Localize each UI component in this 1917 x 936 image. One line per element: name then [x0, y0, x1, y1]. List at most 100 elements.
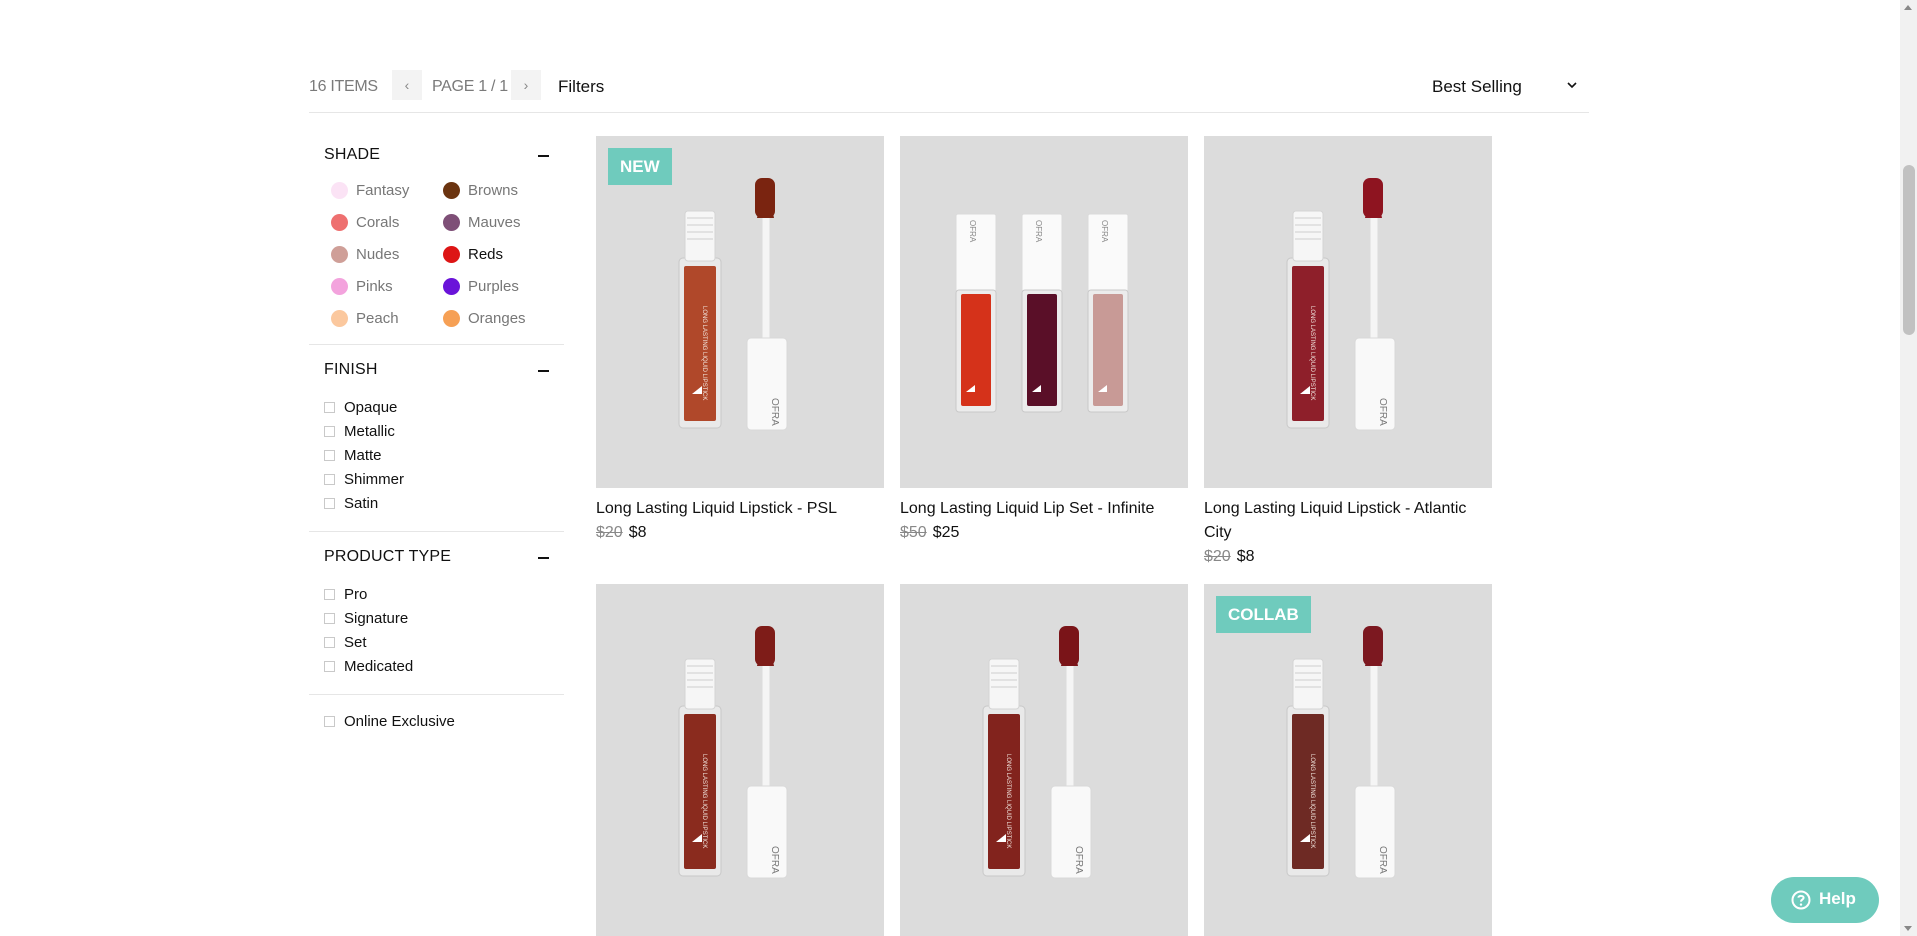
product-image[interactable]: LONG LASTING LIQUID LIPSTICK OFRA: [1204, 136, 1492, 488]
product-image[interactable]: LONG LASTING LIQUID LIPSTICK OFRA NEW: [596, 136, 884, 488]
product-card[interactable]: LONG LASTING LIQUID LIPSTICK OFRA: [900, 584, 1188, 936]
shade-facet: SHADE Fantasy Browns Corals Mauves Nudes Reds…: [309, 130, 564, 345]
shade-option-oranges[interactable]: Oranges: [443, 308, 555, 328]
product-type-facet: PRODUCT TYPE Pro Signature Set Medicated: [309, 532, 564, 695]
applicator-cap: [746, 785, 788, 879]
finish-options: Opaque Metallic Matte Shimmer Satin: [309, 395, 564, 531]
product-illustration: LONG LASTING LIQUID LIPSTICKOFRA: [1286, 178, 1396, 431]
tube-fill: [988, 714, 1020, 869]
scroll-down-arrow-icon[interactable]: [1904, 926, 1912, 931]
help-button[interactable]: Help: [1771, 877, 1879, 923]
facet-title: FINISH: [324, 361, 378, 378]
cap-brand-text: OFRA: [968, 220, 977, 243]
shade-option-reds[interactable]: Reds: [443, 244, 555, 264]
shade-option-mauves[interactable]: Mauves: [443, 212, 555, 232]
online-exclusive-checkbox[interactable]: Online Exclusive: [324, 709, 564, 733]
shade-swatch[interactable]: [443, 213, 460, 231]
chevron-down-icon: [1567, 82, 1577, 89]
product-title[interactable]: Long Lasting Liquid Lipstick - PSL: [596, 497, 884, 521]
product-badge: COLLAB: [1216, 596, 1311, 633]
shade-swatch[interactable]: [331, 277, 348, 295]
product-title[interactable]: Long Lasting Liquid Lipstick - Atlantic …: [1204, 497, 1492, 545]
checkbox-box[interactable]: [324, 612, 335, 624]
product-image[interactable]: OFRA OFRA OFRA: [900, 136, 1188, 488]
shade-swatch[interactable]: [331, 309, 348, 327]
checkbox-box[interactable]: [324, 715, 335, 727]
finish-checkbox-shimmer[interactable]: Shimmer: [324, 467, 564, 491]
original-price: $50: [900, 524, 927, 541]
applicator-cap: [1050, 785, 1092, 879]
next-page-button[interactable]: ›: [511, 70, 541, 100]
checkbox-box[interactable]: [324, 660, 335, 672]
type-checkbox-pro[interactable]: Pro: [324, 582, 564, 606]
shade-option-peach[interactable]: Peach: [331, 308, 443, 328]
shade-option-purples[interactable]: Purples: [443, 276, 555, 296]
filters-button[interactable]: Filters: [558, 77, 604, 97]
shade-options: Fantasy Browns Corals Mauves Nudes Reds Pinks P…: [309, 180, 564, 344]
shade-option-fantasy[interactable]: Fantasy: [331, 180, 443, 200]
type-checkbox-medicated[interactable]: Medicated: [324, 654, 564, 678]
product-illustration: LONG LASTING LIQUID LIPSTICKOFRA: [678, 178, 788, 431]
shade-swatch[interactable]: [443, 245, 460, 263]
product-card[interactable]: LONG LASTING LIQUID LIPSTICK OFRA: [596, 584, 884, 936]
checkbox-box[interactable]: [324, 497, 335, 509]
checkbox-box[interactable]: [324, 401, 335, 413]
sort-select[interactable]: Best Selling: [1424, 70, 1584, 100]
finish-checkbox-opaque[interactable]: Opaque: [324, 395, 564, 419]
product-card[interactable]: OFRA OFRA OFRA Long Lasting Liquid Lip Set …: [900, 136, 1188, 544]
scroll-up-arrow-icon[interactable]: [1904, 5, 1912, 10]
shade-option-nudes[interactable]: Nudes: [331, 244, 443, 264]
finish-facet-header[interactable]: FINISH: [309, 345, 564, 395]
minus-icon[interactable]: [538, 557, 549, 559]
applicator-stem: [1065, 663, 1075, 790]
checkbox-box[interactable]: [324, 449, 335, 461]
type-checkbox-signature[interactable]: Signature: [324, 606, 564, 630]
checkbox-box[interactable]: [324, 588, 335, 600]
cap-brand-text: OFRA: [1377, 846, 1388, 874]
shade-option-pinks[interactable]: Pinks: [331, 276, 443, 296]
product-card[interactable]: LONG LASTING LIQUID LIPSTICK OFRA NEW Long …: [596, 136, 884, 544]
checkbox-label: Matte: [344, 446, 382, 464]
cap-brand-text: OFRA: [1100, 220, 1109, 243]
applicator-tip: [755, 626, 775, 666]
product-image[interactable]: LONG LASTING LIQUID LIPSTICK OFRA: [596, 584, 884, 936]
shade-label: Corals: [356, 213, 400, 231]
minus-icon[interactable]: [538, 370, 549, 372]
finish-checkbox-metallic[interactable]: Metallic: [324, 419, 564, 443]
shade-swatch[interactable]: [331, 245, 348, 263]
scroll-thumb[interactable]: [1903, 165, 1915, 335]
shade-swatch[interactable]: [331, 213, 348, 231]
checkbox-box[interactable]: [324, 473, 335, 485]
shade-option-browns[interactable]: Browns: [443, 180, 555, 200]
tube-fill: [684, 714, 716, 869]
shade-swatch[interactable]: [331, 181, 348, 199]
checkbox-box[interactable]: [324, 425, 335, 437]
checkbox-box[interactable]: [324, 636, 335, 648]
type-checkbox-set[interactable]: Set: [324, 630, 564, 654]
prev-page-button[interactable]: ‹: [392, 70, 422, 100]
minus-icon[interactable]: [538, 155, 549, 157]
finish-checkbox-matte[interactable]: Matte: [324, 443, 564, 467]
product-type-options: Pro Signature Set Medicated: [309, 582, 564, 694]
shade-option-corals[interactable]: Corals: [331, 212, 443, 232]
checkbox-label: Signature: [344, 609, 409, 627]
sale-price: $25: [932, 524, 960, 541]
page-scrollbar[interactable]: [1900, 0, 1917, 936]
filter-sidebar: SHADE Fantasy Browns Corals Mauves Nudes Reds…: [309, 130, 564, 749]
product-image[interactable]: LONG LASTING LIQUID LIPSTICK OFRA COLLAB: [1204, 584, 1492, 936]
page-indicator: PAGE 1 / 1: [432, 78, 508, 95]
finish-checkbox-satin[interactable]: Satin: [324, 491, 564, 515]
product-card[interactable]: LONG LASTING LIQUID LIPSTICK OFRA Long Las…: [1204, 136, 1492, 568]
product-title[interactable]: Long Lasting Liquid Lip Set - Infinite: [900, 497, 1188, 521]
shade-swatch[interactable]: [443, 181, 460, 199]
shade-swatch[interactable]: [443, 277, 460, 295]
checkbox-label: Metallic: [344, 422, 395, 440]
product-image[interactable]: LONG LASTING LIQUID LIPSTICK OFRA: [900, 584, 1188, 936]
product-type-facet-header[interactable]: PRODUCT TYPE: [309, 532, 564, 582]
applicator-tip: [1363, 626, 1383, 666]
product-card[interactable]: LONG LASTING LIQUID LIPSTICK OFRA COLLAB: [1204, 584, 1492, 936]
shade-swatch[interactable]: [443, 309, 460, 327]
shade-facet-header[interactable]: SHADE: [309, 130, 564, 180]
chevron-right-icon: ›: [523, 77, 529, 93]
sale-price: $8: [1236, 548, 1255, 565]
